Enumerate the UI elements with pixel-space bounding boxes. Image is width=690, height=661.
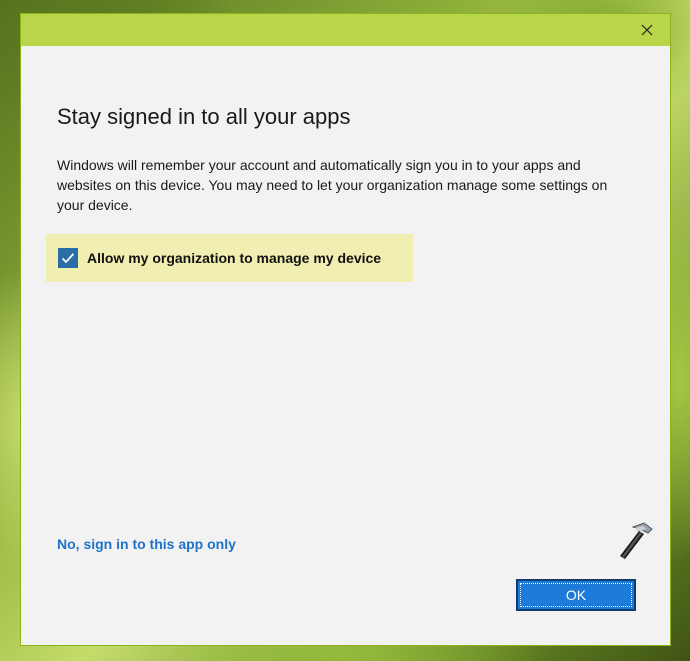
dialog-heading: Stay signed in to all your apps — [57, 104, 351, 129]
allow-org-manage-checkbox[interactable] — [58, 248, 78, 268]
ok-button[interactable]: OK — [516, 579, 636, 611]
sign-in-this-app-only-link[interactable]: No, sign in to this app only — [57, 536, 236, 552]
title-bar — [21, 14, 670, 46]
allow-org-manage-label[interactable]: Allow my organization to manage my devic… — [87, 250, 381, 266]
dialog-description: Windows will remember your account and a… — [57, 157, 608, 213]
close-button[interactable] — [624, 14, 670, 46]
checkmark-icon — [61, 253, 75, 264]
allow-org-manage-option[interactable]: Allow my organization to manage my devic… — [46, 234, 413, 282]
hammer-icon — [620, 522, 653, 559]
close-icon — [641, 24, 653, 36]
signin-dialog: Stay signed in to all your apps Windows … — [20, 13, 671, 646]
